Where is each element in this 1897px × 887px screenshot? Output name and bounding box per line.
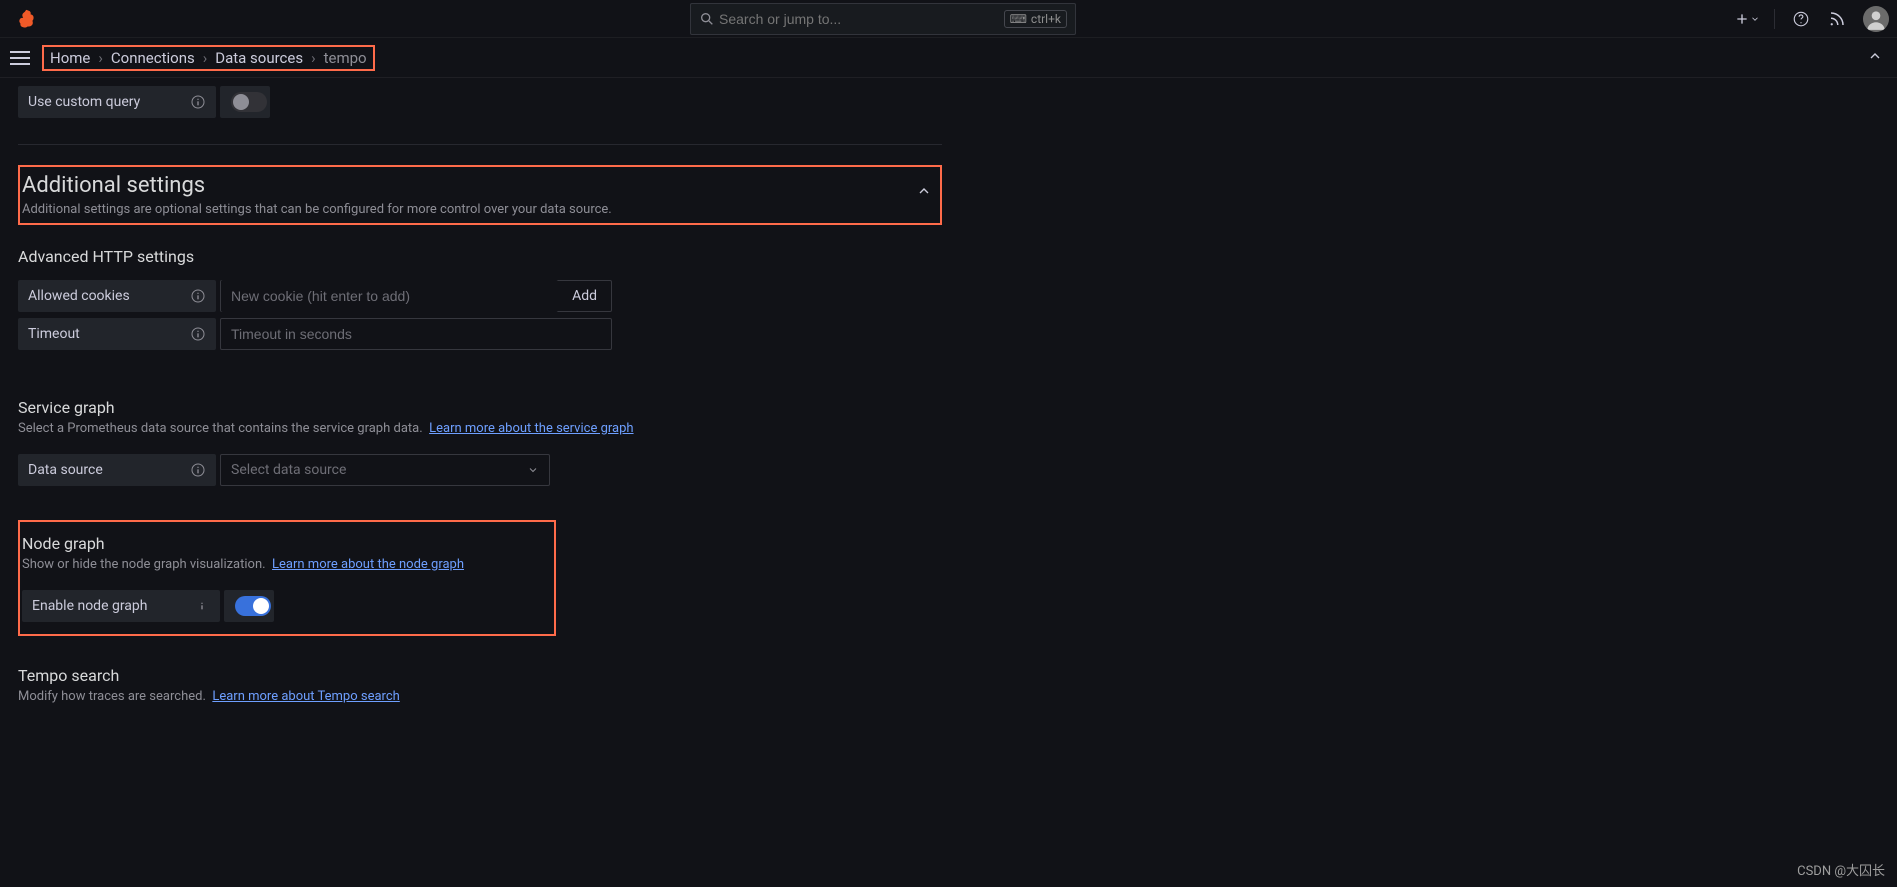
chevron-up-icon [916, 183, 932, 199]
service-graph-desc: Select a Prometheus data source that con… [18, 421, 423, 436]
chevron-right-icon: › [98, 49, 103, 67]
info-icon[interactable] [190, 462, 206, 478]
tempo-search-link[interactable]: Learn more about Tempo search [212, 689, 399, 704]
info-icon[interactable] [190, 326, 206, 342]
chevron-down-icon [527, 464, 539, 476]
node-graph-desc: Show or hide the node graph visualizatio… [22, 557, 266, 572]
additional-settings-title: Additional settings [22, 173, 612, 198]
chevron-up-icon [1867, 48, 1883, 64]
enable-node-graph-toggle[interactable] [235, 596, 271, 616]
rss-icon [1828, 10, 1846, 28]
allowed-cookies-label: Allowed cookies [18, 280, 216, 312]
chevron-down-icon [1750, 14, 1760, 24]
breadcrumb-current: tempo [324, 49, 367, 67]
advanced-http-heading: Advanced HTTP settings [18, 247, 942, 266]
menu-toggle[interactable] [8, 46, 32, 70]
collapse-button[interactable] [1867, 48, 1883, 64]
breadcrumb: Home › Connections › Data sources › temp… [42, 45, 375, 71]
enable-node-graph-label: Enable node graph [22, 590, 220, 622]
additional-settings-desc: Additional settings are optional setting… [22, 202, 612, 217]
data-source-select[interactable]: Select data source [220, 454, 550, 486]
custom-query-label: Use custom query [18, 86, 216, 118]
node-graph-heading: Node graph [22, 534, 546, 553]
tempo-search-heading: Tempo search [18, 666, 942, 685]
service-graph-heading: Service graph [18, 398, 942, 417]
grafana-logo[interactable] [12, 5, 40, 33]
custom-query-toggle[interactable] [231, 92, 267, 112]
plus-icon [1734, 11, 1750, 27]
breadcrumb-datasources[interactable]: Data sources [215, 49, 303, 67]
breadcrumb-connections[interactable]: Connections [111, 49, 195, 67]
help-icon [1792, 10, 1810, 28]
tempo-search-desc: Modify how traces are searched. [18, 689, 206, 704]
search-input-wrap[interactable]: ⌨ctrl+k [690, 3, 1076, 35]
help-button[interactable] [1785, 3, 1817, 35]
additional-settings-header[interactable]: Additional settings Additional settings … [18, 165, 942, 225]
timeout-input[interactable] [220, 318, 612, 350]
add-menu[interactable] [1726, 3, 1764, 35]
chevron-right-icon: › [311, 49, 316, 67]
search-input[interactable] [715, 11, 1000, 27]
news-button[interactable] [1821, 3, 1853, 35]
allowed-cookies-input[interactable] [221, 280, 558, 312]
search-icon [699, 11, 715, 27]
data-source-label: Data source [18, 454, 216, 486]
chevron-right-icon: › [203, 49, 208, 67]
user-avatar[interactable] [1863, 6, 1889, 32]
kbd-hint: ⌨ctrl+k [1004, 10, 1067, 28]
node-graph-link[interactable]: Learn more about the node graph [272, 557, 464, 572]
add-cookie-button[interactable]: Add [558, 288, 611, 304]
breadcrumb-home[interactable]: Home [50, 49, 90, 67]
service-graph-link[interactable]: Learn more about the service graph [429, 421, 633, 436]
avatar-icon [1863, 6, 1889, 32]
watermark: CSDN @大囚长 [1797, 860, 1885, 879]
info-icon[interactable] [190, 94, 206, 110]
info-icon[interactable] [194, 598, 210, 614]
timeout-label: Timeout [18, 318, 216, 350]
info-icon[interactable] [190, 288, 206, 304]
